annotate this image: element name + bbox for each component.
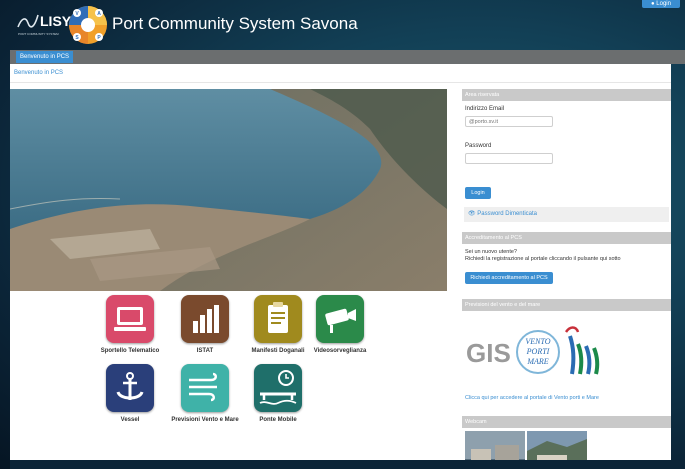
badge-line-mare: MARE bbox=[526, 357, 548, 366]
tile-istat[interactable]: ISTAT bbox=[165, 295, 245, 365]
bridge-clock-icon bbox=[254, 364, 302, 412]
lisy-logo: LISY PORT COMMUNITY SYSTEM bbox=[14, 11, 71, 37]
vento-porti-mare-link[interactable]: Clicca qui per accedere al portale di Ve… bbox=[465, 395, 599, 401]
logo-letter-a: A bbox=[97, 11, 101, 17]
password-label: Password bbox=[465, 143, 492, 149]
lisy-brand: LISY bbox=[40, 13, 72, 29]
camera-icon bbox=[316, 295, 364, 343]
lisy-sub: PORT COMMUNITY SYSTEM bbox=[18, 32, 59, 36]
tile-label: Videosorveglianza bbox=[313, 348, 367, 354]
divider bbox=[10, 82, 671, 83]
wind-icon bbox=[181, 364, 229, 412]
main-content: Benvenuto in PCS Sportello Telematico IS… bbox=[10, 64, 671, 469]
tile-label: Previsioni Vento e Mare bbox=[171, 417, 239, 423]
top-login-label: Login bbox=[656, 1, 671, 7]
request-accreditation-button[interactable]: Richiedi accreditamento al PCS bbox=[465, 272, 553, 284]
panel-title-previsioni: Previsioni del vento e del mare bbox=[462, 299, 671, 311]
login-button[interactable]: Login bbox=[465, 187, 491, 199]
gis-vento-porti-mare-logo[interactable]: GIS VENTO PORTI MARE bbox=[466, 324, 616, 380]
tile-vessel[interactable]: Vessel bbox=[90, 364, 170, 434]
clipboard-icon bbox=[254, 295, 302, 343]
tile-sportello-telematico[interactable]: Sportello Telematico bbox=[90, 295, 170, 365]
tile-label: Vessel bbox=[120, 417, 140, 423]
forgot-password-link[interactable]: 👁 Password Dimenticata bbox=[464, 207, 669, 222]
tile-label: ISTAT bbox=[196, 348, 214, 354]
forgot-password-label: Password Dimenticata bbox=[477, 211, 537, 217]
tile-label: Ponte Mobile bbox=[259, 417, 297, 423]
vaps-logo-icon: V A P S bbox=[69, 6, 107, 44]
top-login-button[interactable]: ● Login bbox=[642, 0, 680, 8]
badge-line-vento: VENTO bbox=[525, 337, 550, 346]
gis-text: GIS bbox=[466, 338, 511, 368]
footer-strip bbox=[10, 460, 685, 469]
eye-icon: 👁 bbox=[468, 211, 476, 217]
tile-videosorveglianza[interactable]: Videosorveglianza bbox=[300, 295, 380, 365]
header-bar: LISY PORT COMMUNITY SYSTEM V A P S Port … bbox=[0, 0, 685, 50]
bar-chart-icon bbox=[181, 295, 229, 343]
password-field[interactable] bbox=[465, 153, 553, 164]
email-field[interactable] bbox=[465, 116, 553, 127]
panel-title-accreditamento: Accreditamento al PCS bbox=[462, 232, 671, 244]
email-label: Indirizzo Email bbox=[465, 106, 505, 112]
panel-title-area-riservata: Area riservata bbox=[462, 89, 671, 101]
breadcrumb[interactable]: Benvenuto in PCS bbox=[14, 70, 63, 76]
computer-icon bbox=[106, 295, 154, 343]
new-user-text: Sei un nuovo utente? bbox=[465, 249, 517, 255]
tab-benvenuto[interactable]: Benvenuto in PCS bbox=[16, 51, 74, 63]
panel-title-webcam: Webcam bbox=[462, 416, 671, 428]
tile-ponte-mobile[interactable]: Ponte Mobile bbox=[238, 364, 318, 434]
app-title: Port Community System Savona bbox=[112, 14, 358, 33]
lisy-wave-icon bbox=[17, 14, 39, 28]
registration-text: Richiedi la registrazione al portale cli… bbox=[465, 256, 621, 262]
badge-line-porti: PORTI bbox=[526, 347, 550, 356]
anchor-icon bbox=[106, 364, 154, 412]
tile-previsioni-vento-mare[interactable]: Previsioni Vento e Mare bbox=[165, 364, 245, 434]
hero-aerial-photo bbox=[10, 89, 447, 291]
navbar: Benvenuto in PCS bbox=[10, 50, 685, 64]
tile-label: Sportello Telematico bbox=[100, 348, 160, 354]
